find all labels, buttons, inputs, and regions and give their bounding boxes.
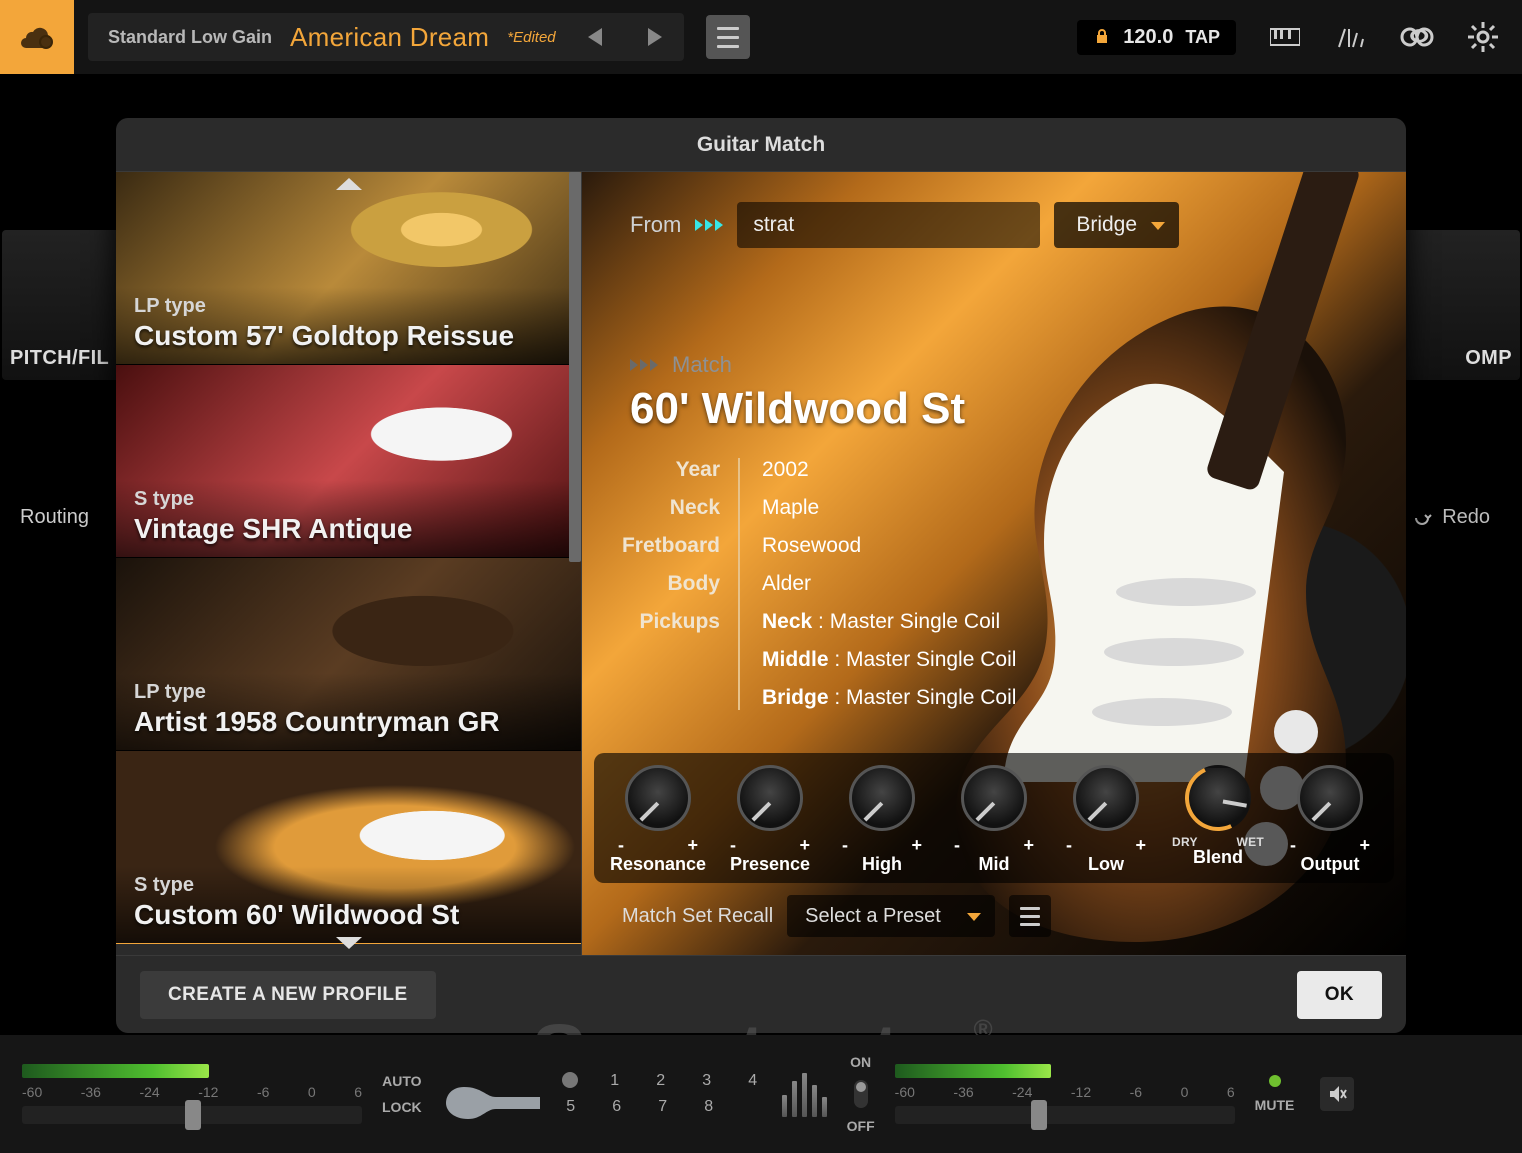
guitar-detail: From Bridge Match 60' Wildwood St Year N… [582, 172, 1406, 955]
gear-icon[interactable] [1466, 20, 1500, 54]
from-input[interactable] [737, 202, 1040, 248]
output-gain-slider[interactable] [895, 1106, 1235, 1124]
guitar-list: LP type Custom 57' Goldtop Reissue S typ… [116, 172, 582, 955]
knob-mid[interactable]: -+Mid [940, 765, 1048, 875]
pickup-select[interactable]: Bridge [1054, 202, 1179, 248]
from-label: From [630, 212, 681, 238]
list-scroll-up[interactable] [336, 178, 362, 190]
guitar-list-item[interactable]: LP type Artist 1958 Countryman GR [116, 558, 581, 751]
mute-control: MUTE [1255, 1075, 1295, 1113]
knob-presence[interactable]: -+Presence [716, 765, 824, 875]
eq-bars-icon[interactable] [782, 1071, 827, 1117]
on-off-toggle[interactable]: ON OFF [847, 1054, 875, 1134]
create-profile-button[interactable]: CREATE A NEW PROFILE [140, 971, 436, 1019]
channel-selector[interactable]: 1234 5678 [562, 1072, 762, 1116]
recall-label: Match Set Recall [622, 905, 773, 928]
knob-row: -+Resonance -+Presence -+High -+Mid -+Lo… [594, 753, 1394, 883]
match-label: Match [672, 352, 732, 378]
knob-low[interactable]: -+Low [1052, 765, 1160, 875]
tuner-icon[interactable] [1334, 20, 1368, 54]
next-preset-button[interactable] [634, 13, 676, 61]
guitar-list-item[interactable]: LP type Custom 57' Goldtop Reissue [116, 172, 581, 365]
tap-button[interactable]: TAP [1185, 27, 1220, 48]
spec-table: Year Neck Fretboard Body Pickups 2002 Ma… [630, 458, 1366, 710]
arrows-icon [695, 219, 723, 231]
guitar-list-item[interactable]: S type Vintage SHR Antique [116, 365, 581, 558]
lock-icon [1093, 28, 1111, 46]
input-side-controls: AUTO LOCK [382, 1073, 422, 1115]
tempo-box: 120.0 TAP [1077, 20, 1236, 55]
lock-button[interactable]: LOCK [382, 1099, 422, 1115]
auto-button[interactable]: AUTO [382, 1073, 421, 1089]
bottom-rack: -60-36-24-12-606 AUTO LOCK 1234 5678 ON … [0, 1035, 1522, 1153]
routing-button[interactable]: Routing [20, 506, 89, 529]
piano-icon[interactable] [1268, 20, 1302, 54]
input-gain-slider[interactable] [22, 1106, 362, 1124]
preset-name[interactable]: American Dream [290, 22, 489, 53]
recall-preset-select[interactable]: Select a Preset [787, 895, 995, 937]
mute-label: MUTE [1255, 1097, 1295, 1113]
modal-footer: CREATE A NEW PROFILE OK [116, 955, 1406, 1033]
top-bar: Standard Low Gain American Dream *Edited… [0, 0, 1522, 74]
cloud-button[interactable] [0, 0, 74, 74]
output-meter: -60-36-24-12-606 [895, 1054, 1235, 1134]
prev-preset-button[interactable] [574, 13, 616, 61]
guitar-match-modal: Guitar Match LP type Custom 57' Goldtop … [116, 118, 1406, 1033]
gain-mode-label[interactable]: Standard Low Gain [96, 27, 272, 48]
edited-flag: *Edited [507, 29, 555, 46]
preset-menu-button[interactable] [706, 15, 750, 59]
loop-icon[interactable] [1400, 20, 1434, 54]
input-meter: -60-36-24-12-606 [22, 1054, 362, 1134]
tempo-value[interactable]: 120.0 [1123, 26, 1173, 49]
redo-button[interactable]: Redo [1412, 506, 1490, 529]
knob-output[interactable]: -+Output [1276, 765, 1384, 875]
guitar-list-item[interactable]: S type Custom 60' Wildwood St [116, 751, 581, 944]
ok-button[interactable]: OK [1297, 971, 1382, 1019]
match-guitar-name: 60' Wildwood St [630, 384, 1366, 434]
modal-title: Guitar Match [116, 118, 1406, 172]
preset-box: Standard Low Gain American Dream *Edited [88, 13, 684, 61]
list-scroll-down[interactable] [336, 937, 362, 949]
knob-resonance[interactable]: -+Resonance [604, 765, 712, 875]
list-scrollbar[interactable] [569, 172, 581, 562]
mute-button[interactable] [1320, 1077, 1354, 1111]
guitar-select-icon[interactable] [442, 1059, 542, 1129]
recall-list-button[interactable] [1009, 895, 1051, 937]
arrows-icon [630, 359, 658, 371]
redo-icon [1412, 508, 1432, 528]
knob-high[interactable]: -+High [828, 765, 936, 875]
knob-blend[interactable]: DRYWETBlend [1164, 765, 1272, 875]
